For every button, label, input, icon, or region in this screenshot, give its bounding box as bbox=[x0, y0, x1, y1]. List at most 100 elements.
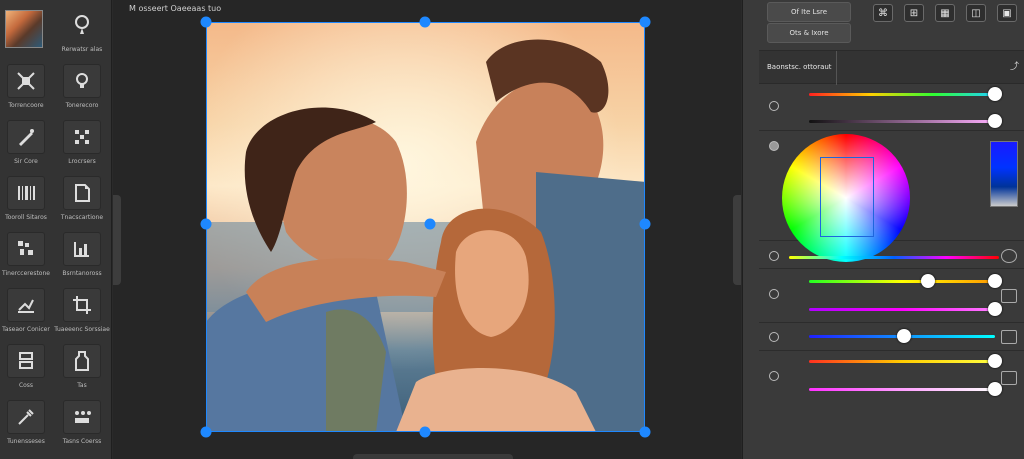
resize-handle-se[interactable] bbox=[639, 426, 651, 438]
value-bar[interactable] bbox=[990, 141, 1018, 207]
tool-mosaic[interactable]: Tinerccerestone bbox=[2, 232, 50, 284]
tool-page[interactable]: Tnacscartione bbox=[58, 176, 106, 228]
section-tab[interactable]: Baonstsc. ottoraut bbox=[759, 51, 837, 85]
lasso-icon[interactable]: ⌘ bbox=[873, 4, 893, 22]
tool-chart[interactable]: Bsrntanoross bbox=[58, 232, 106, 284]
tool-adjust[interactable]: Taseaor Conicer bbox=[2, 288, 50, 340]
tool-label: Coss bbox=[18, 382, 34, 389]
green-icon bbox=[769, 289, 779, 299]
tool-dots[interactable]: Tasns Coerss bbox=[58, 400, 106, 452]
stack-icon bbox=[7, 344, 45, 378]
brush-icon bbox=[7, 120, 45, 154]
tool-label: Taseaor Conicer bbox=[2, 326, 50, 333]
blue-option-icon[interactable] bbox=[1001, 330, 1017, 344]
tool-crop[interactable]: Tuaeeenc Sorssiae bbox=[54, 288, 110, 340]
right-collapse-handle[interactable] bbox=[733, 195, 741, 285]
top-button-2[interactable]: Ots & Ixore bbox=[767, 23, 851, 43]
adjustment-panel: Of Ite Lsre Ots & Ixore ⌘ ⊞ ▦ ◫ ▣ Baonst… bbox=[742, 0, 1024, 459]
mosaic-icon bbox=[7, 232, 45, 266]
hue-slider[interactable] bbox=[809, 93, 995, 96]
green-row bbox=[759, 269, 1024, 323]
yellow-option-icon[interactable] bbox=[1001, 371, 1017, 385]
top-button-1[interactable]: Of Ite Lsre bbox=[767, 2, 851, 22]
green-slider-knob-b[interactable] bbox=[988, 274, 1002, 288]
film-icon[interactable]: ▦ bbox=[935, 4, 955, 22]
blue-icon bbox=[769, 332, 779, 342]
yellow-slider[interactable] bbox=[809, 360, 995, 363]
tool-eyedropper[interactable]: Tunensseses bbox=[2, 400, 50, 452]
transform-icon bbox=[7, 64, 45, 98]
resize-handle-w[interactable] bbox=[200, 218, 212, 230]
eyedropper-icon bbox=[7, 400, 45, 434]
tool-label: Tas bbox=[77, 382, 87, 389]
tool-label: Tunensseses bbox=[7, 438, 45, 445]
tool-label: Tnacscartione bbox=[60, 214, 104, 221]
image-thumbnail-icon[interactable] bbox=[5, 10, 43, 48]
canvas-title: M osseert Oaeeaas tuo bbox=[129, 4, 222, 13]
magenta-slider[interactable] bbox=[809, 308, 995, 311]
hue-slider-knob[interactable] bbox=[988, 87, 1002, 101]
tool-bulb[interactable]: Tonerecoro bbox=[58, 64, 106, 116]
tool-label: Torrencoore bbox=[8, 102, 44, 109]
saturation-slider-knob[interactable] bbox=[988, 114, 1002, 128]
tool-transform[interactable]: Torrencoore bbox=[2, 64, 50, 116]
red-slider[interactable] bbox=[789, 256, 999, 259]
tool-label: Tonerecoro bbox=[65, 102, 99, 109]
bucket-icon[interactable]: ◫ bbox=[966, 4, 986, 22]
resize-handle-nw[interactable] bbox=[200, 16, 212, 28]
pin-icon[interactable]: ⤴ bbox=[1010, 59, 1019, 72]
saturation-slider[interactable] bbox=[809, 120, 995, 123]
tool-label: Sir Core bbox=[14, 158, 38, 165]
resize-handle-e[interactable] bbox=[639, 218, 651, 230]
page-corner-icon bbox=[63, 176, 101, 210]
canvas-area[interactable]: M osseert Oaeeaas tuo bbox=[113, 0, 741, 459]
bulb-icon bbox=[63, 64, 101, 98]
resize-handle-n[interactable] bbox=[419, 16, 431, 28]
tool-bottle[interactable]: Tas bbox=[58, 344, 106, 396]
resize-handle-s[interactable] bbox=[419, 426, 431, 438]
tool-label: Tinerccerestone bbox=[2, 270, 50, 277]
color-wheel-selection[interactable] bbox=[820, 157, 874, 237]
blue-row bbox=[759, 323, 1024, 351]
pink-slider-knob[interactable] bbox=[988, 382, 1002, 396]
tool-label: Lrocrsers bbox=[68, 158, 96, 165]
pink-slider[interactable] bbox=[809, 388, 995, 391]
section-title: Baonstsc. ottoraut bbox=[767, 63, 832, 71]
grid-dots-icon bbox=[63, 120, 101, 154]
bottle-icon bbox=[63, 344, 101, 378]
tool-barcode[interactable]: Tooroll Sitaros bbox=[2, 176, 50, 228]
tool-label: Rerwatsr alas bbox=[61, 46, 103, 53]
barcode-icon bbox=[7, 176, 45, 210]
tool-stack[interactable]: Coss bbox=[2, 344, 50, 396]
blue-slider-knob[interactable] bbox=[896, 329, 911, 343]
tool-label: Bsrntanoross bbox=[62, 270, 102, 277]
resize-handle-ne[interactable] bbox=[639, 16, 651, 28]
tool-label: Tooroll Sitaros bbox=[5, 214, 47, 221]
red-row bbox=[759, 241, 1024, 269]
yellow-row bbox=[759, 351, 1024, 405]
yellow-slider-knob[interactable] bbox=[988, 354, 1002, 368]
rotation-center-handle[interactable] bbox=[424, 218, 436, 230]
chart-icon bbox=[63, 232, 101, 266]
green-slider[interactable] bbox=[809, 280, 995, 283]
magenta-slider-knob[interactable] bbox=[988, 302, 1002, 316]
stamp-icon[interactable]: ⊞ bbox=[904, 4, 924, 22]
tool-panel: Rerwatsr alas Torrencoore Tonerecoro Sir… bbox=[0, 0, 112, 459]
left-collapse-handle[interactable] bbox=[113, 195, 121, 285]
bottom-collapse-handle[interactable] bbox=[353, 454, 513, 459]
crop-icon bbox=[63, 288, 101, 322]
tool-label: Tasns Coerss bbox=[62, 438, 102, 445]
dots-icon bbox=[63, 400, 101, 434]
green-slider-knob-a[interactable] bbox=[921, 274, 936, 288]
adjust-icon bbox=[7, 288, 45, 322]
green-option-icon[interactable] bbox=[1001, 289, 1017, 303]
hue-icon bbox=[769, 101, 779, 111]
tool-label: Tuaeeenc Sorssiae bbox=[54, 326, 110, 333]
red-lock-icon[interactable] bbox=[1001, 249, 1017, 263]
tool-grid[interactable]: Lrocrsers bbox=[58, 120, 106, 172]
tool-balloon[interactable]: Rerwatsr alas bbox=[58, 8, 106, 60]
sponge-icon[interactable]: ▣ bbox=[997, 4, 1017, 22]
resize-handle-sw[interactable] bbox=[200, 426, 212, 438]
red-icon bbox=[769, 251, 779, 261]
tool-brush[interactable]: Sir Core bbox=[2, 120, 50, 172]
